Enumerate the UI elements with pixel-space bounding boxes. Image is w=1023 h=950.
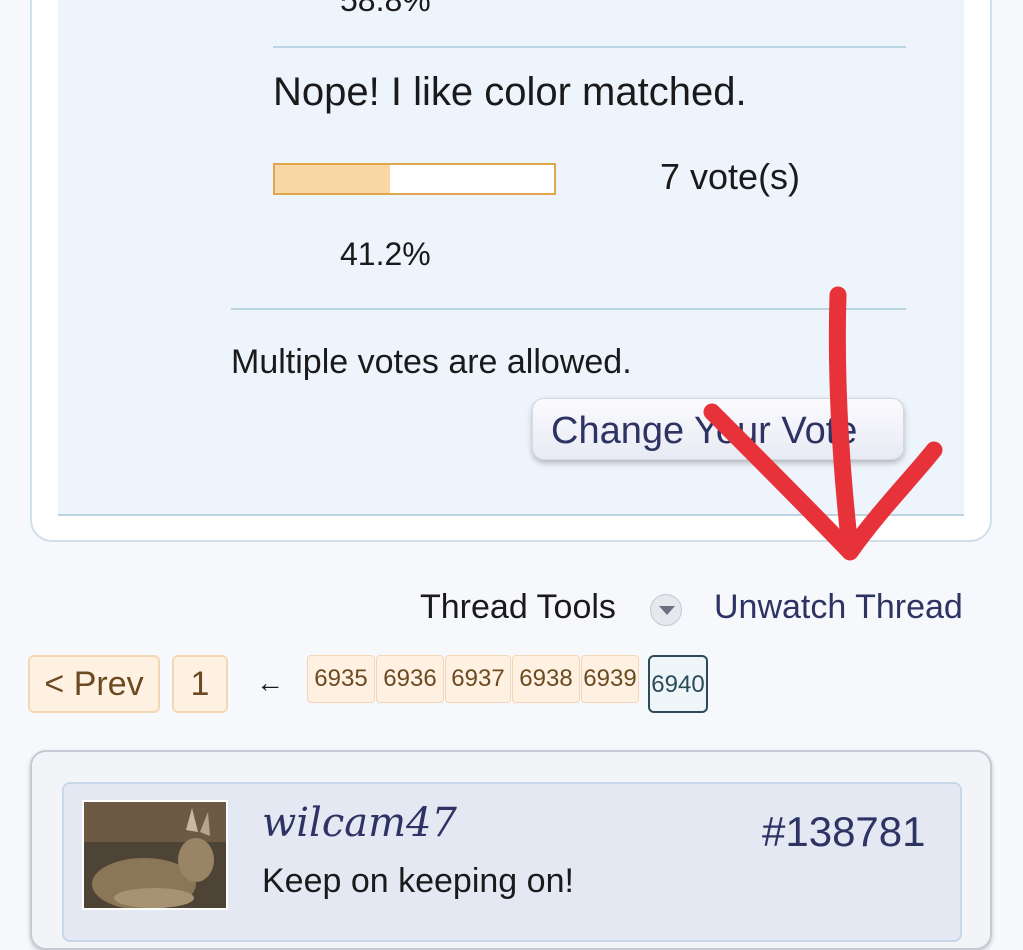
first-page-button[interactable]: 1 (172, 655, 228, 713)
post-username[interactable]: wilcam47 (262, 800, 457, 846)
option-divider (273, 46, 906, 48)
page-link[interactable]: 6936 (376, 655, 444, 703)
prev-page-button[interactable]: < Prev (28, 655, 160, 713)
post-number[interactable]: #138781 (762, 808, 926, 856)
avatar[interactable] (82, 800, 228, 910)
current-page: 6940 (648, 655, 708, 713)
poll-option-text: Nope! I like color matched. (273, 70, 747, 114)
thread-tools-bar: Thread Tools Unwatch Thread (0, 588, 1023, 632)
unwatch-thread-link[interactable]: Unwatch Thread (714, 588, 963, 627)
page-link[interactable]: 6938 (512, 655, 580, 703)
pagination: < Prev 1 ← 6935 6936 6937 6938 6939 6940 (0, 655, 1023, 715)
poll-option-votes: 7 vote(s) (660, 156, 801, 197)
poll-option-percent: 41.2% (340, 236, 431, 272)
page-link[interactable]: 6937 (445, 655, 511, 703)
user-title: Keep on keeping on! (262, 862, 574, 900)
thread-tools-menu[interactable]: Thread Tools (420, 588, 616, 627)
left-arrow-icon: ← (256, 667, 284, 698)
deer-avatar-image (84, 802, 226, 908)
page-link[interactable]: 6939 (581, 655, 639, 703)
poll-option-bar (273, 163, 556, 195)
multiple-votes-note: Multiple votes are allowed. (231, 343, 632, 381)
poll-divider (231, 308, 906, 310)
dropdown-arrow-icon[interactable] (650, 594, 682, 626)
change-vote-button[interactable]: Change Your Vote (532, 398, 904, 460)
poll-option-bar-fill (275, 165, 390, 193)
page-link[interactable]: 6935 (307, 655, 375, 703)
previous-option-percent: 58.8% (340, 0, 431, 18)
